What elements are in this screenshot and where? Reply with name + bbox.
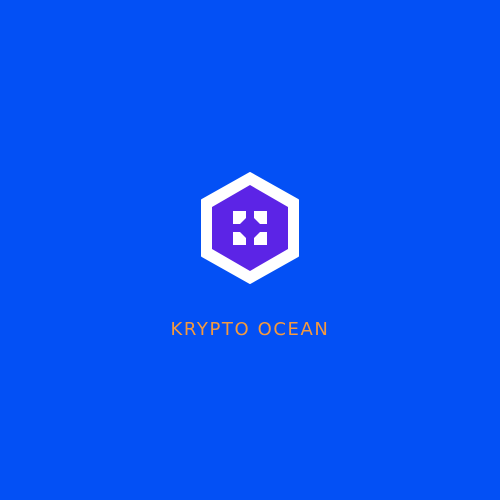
hexagon-emblem-icon <box>201 172 299 284</box>
logo-canvas: KRYPTO OCEAN <box>0 0 500 500</box>
brand-name: KRYPTO OCEAN <box>170 319 330 340</box>
